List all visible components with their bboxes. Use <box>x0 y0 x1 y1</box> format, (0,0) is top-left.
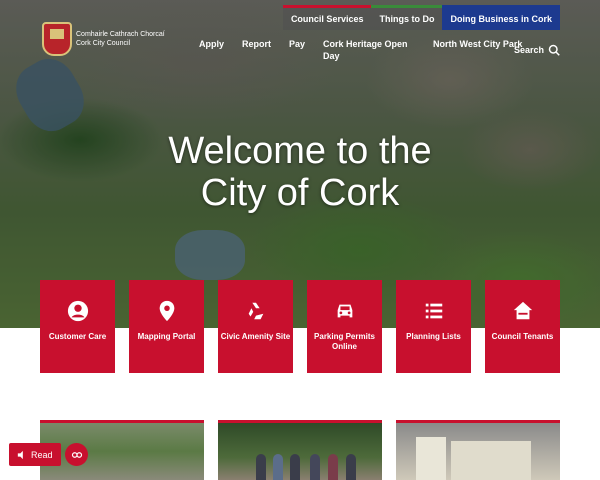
speaker-icon <box>17 450 23 459</box>
settings-icon <box>71 451 82 458</box>
nav-report[interactable]: Report <box>233 38 280 62</box>
search-label: Search <box>513 45 544 55</box>
tile-parking-permits[interactable]: Parking Permits Online <box>307 280 382 373</box>
title-line1: Welcome to the <box>168 130 432 172</box>
logo-line1: Comhairle Cathrach Chorcaí <box>76 31 165 38</box>
news-card-documents[interactable] <box>396 420 560 480</box>
tile-customer-care[interactable]: Customer Care <box>40 280 115 373</box>
page-title: Welcome to the City of Cork <box>0 130 600 214</box>
tile-label: Planning Lists <box>406 332 461 341</box>
council-logo[interactable]: Comhairle Cathrach Chorcaí Cork City Cou… <box>42 22 165 56</box>
list-icon <box>425 303 442 319</box>
news-cards <box>40 420 560 480</box>
news-card-group-photo[interactable] <box>218 420 382 480</box>
tile-label: Civic Amenity Site <box>220 332 291 341</box>
card-person <box>256 454 266 480</box>
tile-label: Customer Care <box>48 332 107 341</box>
read-aloud-button[interactable]: Read <box>9 443 61 466</box>
search-icon <box>548 44 560 56</box>
card-person <box>310 454 320 480</box>
car-icon <box>337 304 352 318</box>
tile-civic-amenity-site[interactable]: Civic Amenity Site <box>218 280 293 373</box>
main-navigation: Apply Report Pay Cork Heritage Open Day … <box>190 38 534 62</box>
person-icon <box>67 300 88 322</box>
council-crest-icon <box>42 22 72 56</box>
nav-apply[interactable]: Apply <box>190 38 233 62</box>
tile-label: Parking Permits Online <box>314 332 375 351</box>
search-button[interactable]: Search <box>514 44 560 56</box>
accessibility-settings-button[interactable] <box>65 443 88 466</box>
quick-links: Customer Care Mapping Portal Civic Ameni… <box>40 280 560 373</box>
nav-heritage-open-day[interactable]: Cork Heritage Open Day <box>314 38 424 62</box>
tile-mapping-portal[interactable]: Mapping Portal <box>129 280 204 373</box>
card-person <box>346 454 356 480</box>
top-navigation: Council Services Things to Do Doing Busi… <box>282 5 560 30</box>
read-label: Read <box>31 449 53 460</box>
logo-line2: Cork City Council <box>76 40 131 47</box>
card-person <box>273 454 283 480</box>
tile-label: Council Tenants <box>491 332 554 341</box>
card-paper <box>451 441 531 480</box>
nav-pay[interactable]: Pay <box>280 38 314 62</box>
card-person <box>328 454 338 480</box>
tab-things-to-do[interactable]: Things to Do <box>371 5 443 30</box>
hero-banner: Comhairle Cathrach Chorcaí Cork City Cou… <box>0 0 600 328</box>
card-paper <box>416 437 446 480</box>
house-icon <box>513 301 532 320</box>
logo-text: Comhairle Cathrach Chorcaí Cork City Cou… <box>76 30 165 48</box>
title-line2: City of Cork <box>200 172 400 214</box>
card-person <box>290 454 300 480</box>
map-pin-icon <box>159 300 174 322</box>
tile-planning-lists[interactable]: Planning Lists <box>396 280 471 373</box>
tab-council-services[interactable]: Council Services <box>282 5 372 30</box>
recycle-icon <box>248 302 263 320</box>
tab-doing-business[interactable]: Doing Business in Cork <box>442 5 560 30</box>
tile-label: Mapping Portal <box>137 332 196 341</box>
tile-council-tenants[interactable]: Council Tenants <box>485 280 560 373</box>
